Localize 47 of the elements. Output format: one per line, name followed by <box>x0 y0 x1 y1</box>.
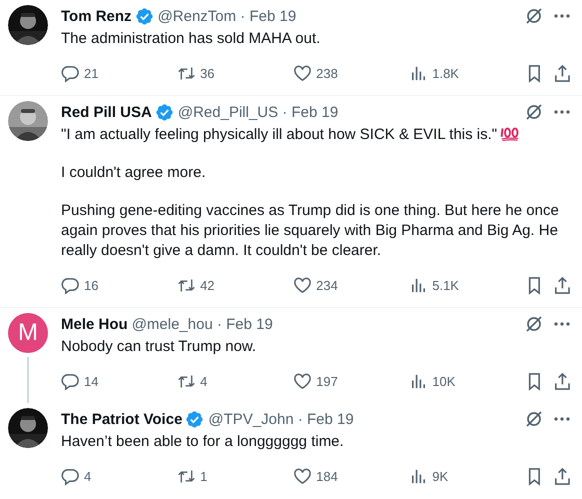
share-icon[interactable] <box>553 466 572 486</box>
reply-count: 16 <box>84 278 98 292</box>
share-icon[interactable] <box>553 64 572 82</box>
letter-avatar: M <box>8 313 48 353</box>
handle-and-date: @TPV_John · Feb 19 <box>208 410 354 428</box>
tweet-text: The administration has sold MAHA out. <box>61 30 320 47</box>
reply-count: 14 <box>84 374 98 388</box>
heart-icon[interactable] <box>293 466 312 486</box>
share-icon[interactable] <box>553 372 572 390</box>
slashed-circle-icon[interactable] <box>524 102 544 122</box>
tweet-text: Nobody can trust Trump now. <box>61 338 256 355</box>
author-name[interactable]: The Patriot Voice <box>61 410 182 428</box>
handle-and-date: @Red_Pill_US · Feb 19 <box>178 104 338 120</box>
slashed-circle-icon[interactable] <box>524 6 544 26</box>
reply-count: 21 <box>84 66 98 80</box>
tweet-text: Haven’t been able to for a longggggg time. <box>61 433 344 450</box>
reply-icon[interactable] <box>61 372 80 390</box>
heart-icon[interactable] <box>293 64 312 82</box>
view-count: 5.1K <box>432 278 459 292</box>
slashed-circle-icon[interactable] <box>524 409 544 429</box>
handle-and-date: @mele_hou · Feb 19 <box>132 316 273 332</box>
slashed-circle-icon[interactable] <box>524 314 544 334</box>
author-name[interactable]: Mele Hou <box>61 316 128 332</box>
view-count: 1.8K <box>432 66 459 80</box>
like-count: 234 <box>316 278 338 292</box>
reply-icon[interactable] <box>61 276 80 294</box>
repost-count: 4 <box>200 374 208 388</box>
author-name[interactable]: Red Pill USA <box>61 104 152 120</box>
tweet-text: I couldn't agree more. <box>61 164 206 181</box>
reply-icon[interactable] <box>61 64 80 82</box>
repost-count: 1 <box>200 468 208 484</box>
share-icon[interactable] <box>553 276 572 294</box>
handle-and-date: @RenzTom · Feb 19 <box>158 8 296 24</box>
like-count: 238 <box>316 66 338 80</box>
heart-icon[interactable] <box>293 276 312 294</box>
like-count: 184 <box>316 468 338 484</box>
like-count: 197 <box>316 374 338 388</box>
repost-count: 36 <box>200 66 215 80</box>
author-name[interactable]: Tom Renz <box>61 8 132 24</box>
view-count: 9K <box>432 468 448 484</box>
repost-count: 42 <box>200 278 215 292</box>
tweet-text: "I am actually feeling physically ill about how SICK & EVIL this is." <box>61 126 498 143</box>
reply-count: 4 <box>84 468 92 484</box>
heart-icon[interactable] <box>293 372 312 390</box>
tweet-text: Pushing gene-editing vaccines as Trump did is one thing. But here he once again proves that his priorities lie squarely with Big Pharma and Big Ag. He really doesn't give a damn. It couldn't be clearer. <box>61 202 559 259</box>
view-count: 10K <box>432 374 456 388</box>
reply-icon[interactable] <box>61 466 80 486</box>
